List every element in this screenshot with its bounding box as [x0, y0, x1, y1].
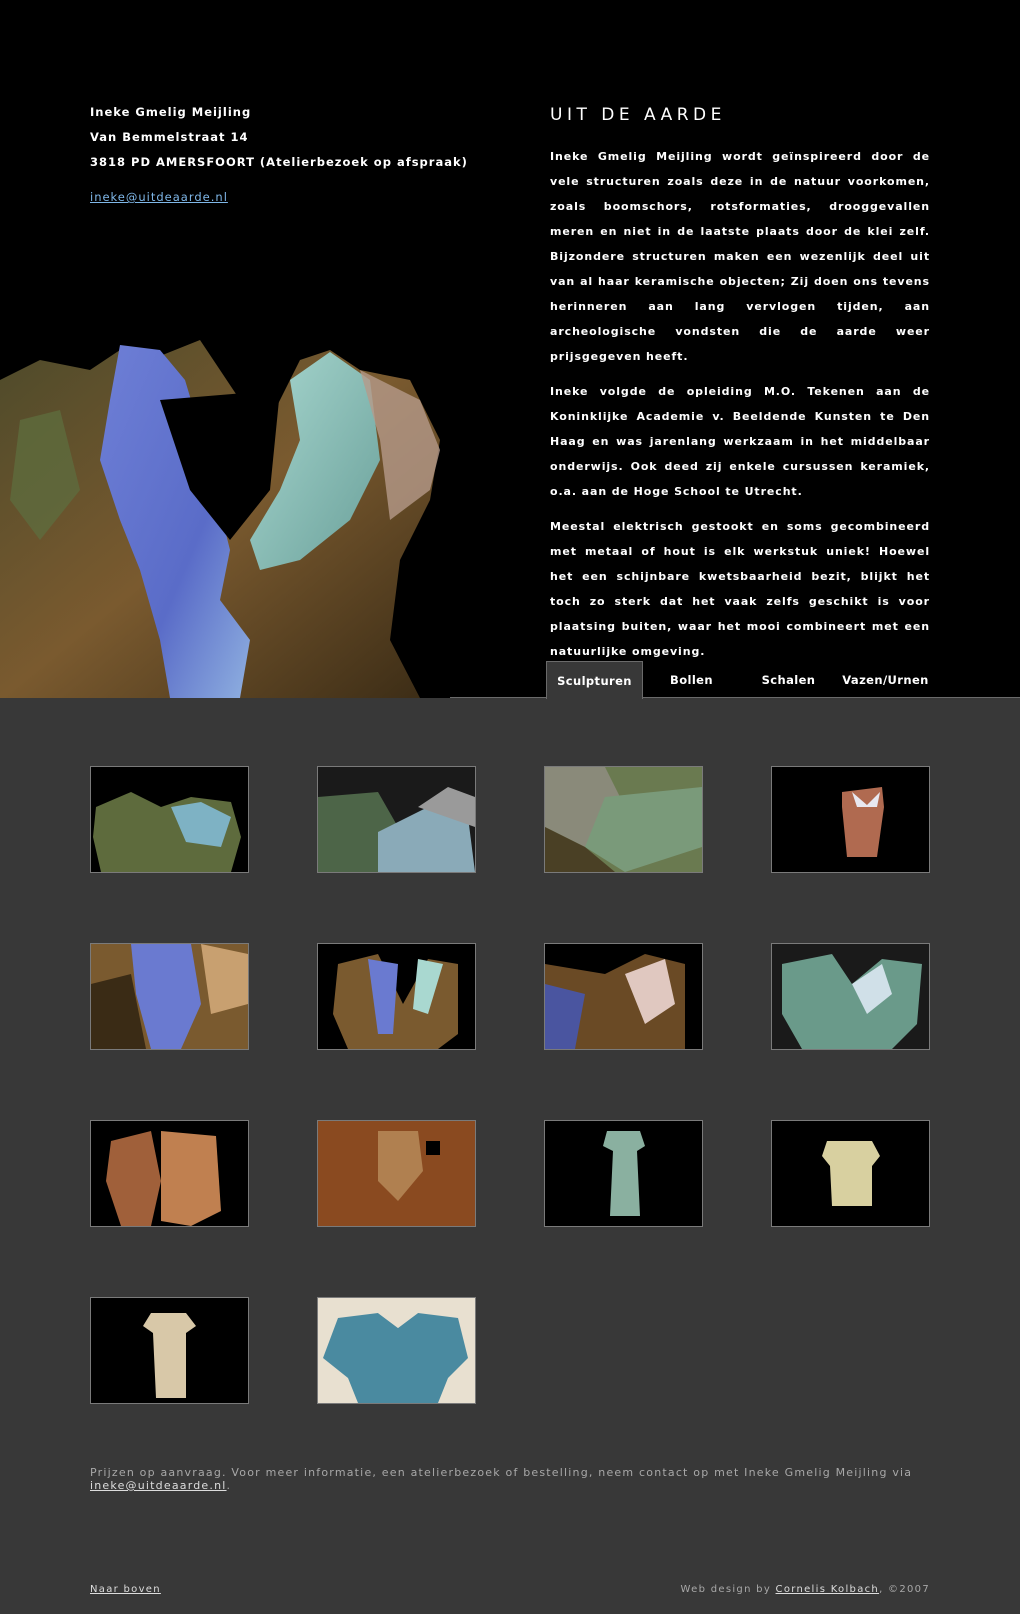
- gallery-thumbnail[interactable]: [90, 1297, 249, 1404]
- contact-street: Van Bemmelstraat 14: [90, 130, 249, 144]
- intro-section: UIT DE AARDE Ineke Gmelig Meijling wordt…: [550, 100, 930, 674]
- contact-address: Ineke Gmelig Meijling Van Bemmelstraat 1…: [90, 100, 510, 210]
- footer-credit: Web design by Cornelis Kolbach, ©2007: [681, 1584, 930, 1595]
- intro-paragraph-2: Ineke volgde de opleiding M.O. Tekenen a…: [550, 385, 930, 498]
- gallery-thumbnail[interactable]: [771, 766, 930, 873]
- back-to-top-link[interactable]: Naar boven: [90, 1584, 161, 1595]
- gallery-thumbnail[interactable]: [90, 1120, 249, 1227]
- category-tabs: Sculpturen Bollen Schalen Vazen/Urnen: [546, 661, 934, 699]
- hero-sculpture-graphic: [0, 340, 450, 698]
- pricing-info: Prijzen op aanvraag. Voor meer informati…: [90, 1466, 980, 1492]
- tab-schalen[interactable]: Schalen: [740, 661, 837, 698]
- gallery-thumbnail[interactable]: [317, 943, 476, 1050]
- gallery-thumbnail[interactable]: [544, 1120, 703, 1227]
- contact-email-link[interactable]: ineke@uitdeaarde.nl: [90, 185, 228, 210]
- pricing-email-link[interactable]: ineke@uitdeaarde.nl: [90, 1479, 227, 1492]
- tab-vazen-urnen[interactable]: Vazen/Urnen: [837, 661, 934, 698]
- page-title: UIT DE AARDE: [550, 105, 726, 125]
- header: Ineke Gmelig Meijling Van Bemmelstraat 1…: [0, 0, 1020, 699]
- tab-sculpturen[interactable]: Sculpturen: [546, 661, 643, 699]
- hero-sculpture-image: [0, 340, 450, 698]
- gallery-thumbnail[interactable]: [317, 1120, 476, 1227]
- intro-paragraph-1: Ineke Gmelig Meijling wordt geïnspireerd…: [550, 150, 930, 363]
- contact-name: Ineke Gmelig Meijling: [90, 105, 252, 119]
- intro-paragraph-3: Meestal elektrisch gestookt en soms geco…: [550, 520, 930, 658]
- contact-city: 3818 PD AMERSFOORT (Atelierbezoek op afs…: [90, 155, 468, 169]
- gallery-thumbnail[interactable]: [317, 766, 476, 873]
- credit-suffix: , ©2007: [879, 1584, 930, 1595]
- gallery-thumbnail[interactable]: [544, 766, 703, 873]
- credit-prefix: Web design by: [680, 1584, 776, 1595]
- gallery-thumbnail[interactable]: [771, 1120, 930, 1227]
- gallery-thumbnail[interactable]: [90, 766, 249, 873]
- gallery-thumbnail[interactable]: [544, 943, 703, 1050]
- designer-link[interactable]: Cornelis Kolbach: [776, 1584, 880, 1595]
- gallery-thumbnail[interactable]: [90, 943, 249, 1050]
- gallery-thumbnail[interactable]: [317, 1297, 476, 1404]
- gallery-thumbnail[interactable]: [771, 943, 930, 1050]
- pricing-info-suffix: .: [226, 1479, 232, 1492]
- tab-bollen[interactable]: Bollen: [643, 661, 740, 698]
- pricing-info-text: Prijzen op aanvraag. Voor meer informati…: [90, 1466, 913, 1479]
